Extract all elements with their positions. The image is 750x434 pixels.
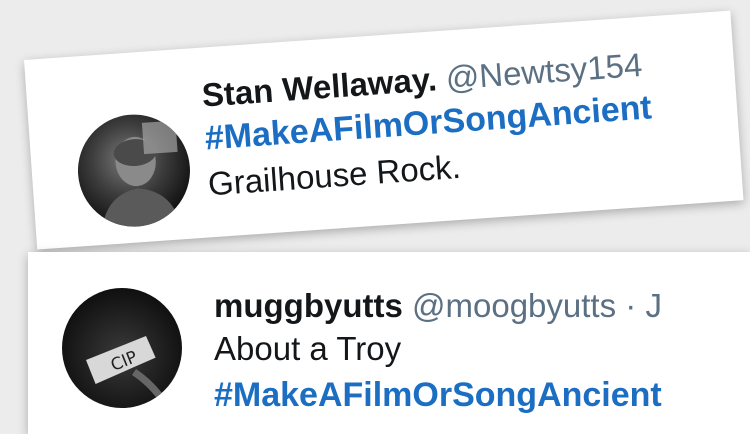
tweet-date[interactable]: J [645,287,662,324]
tweet-text: About a Troy [214,330,402,367]
user-avatar-photo-icon: CIP [86,336,167,405]
tweet-content: Stan Wellaway. @Newtsy154 #MakeAFilmOrSo… [201,44,657,207]
tweet-card-stan-wellaway[interactable]: Stan Wellaway. @Newtsy154 #MakeAFilmOrSo… [24,10,744,250]
tweet-card-muggbyutts[interactable]: CIP muggbyutts @moogbyutts · J About a T… [28,252,750,434]
tweet-header: muggbyutts @moogbyutts · J [214,286,662,326]
avatar[interactable] [74,110,194,231]
user-avatar-photo-icon [102,120,181,229]
separator-dot: · [625,287,637,324]
tweet-content: muggbyutts @moogbyutts · J About a Troy … [214,286,662,418]
hashtag-link[interactable]: #MakeAFilmOrSongAncient [214,372,662,418]
display-name[interactable]: muggbyutts [214,287,403,324]
user-handle[interactable]: @moogbyutts [412,287,616,324]
avatar[interactable]: CIP [62,288,182,408]
